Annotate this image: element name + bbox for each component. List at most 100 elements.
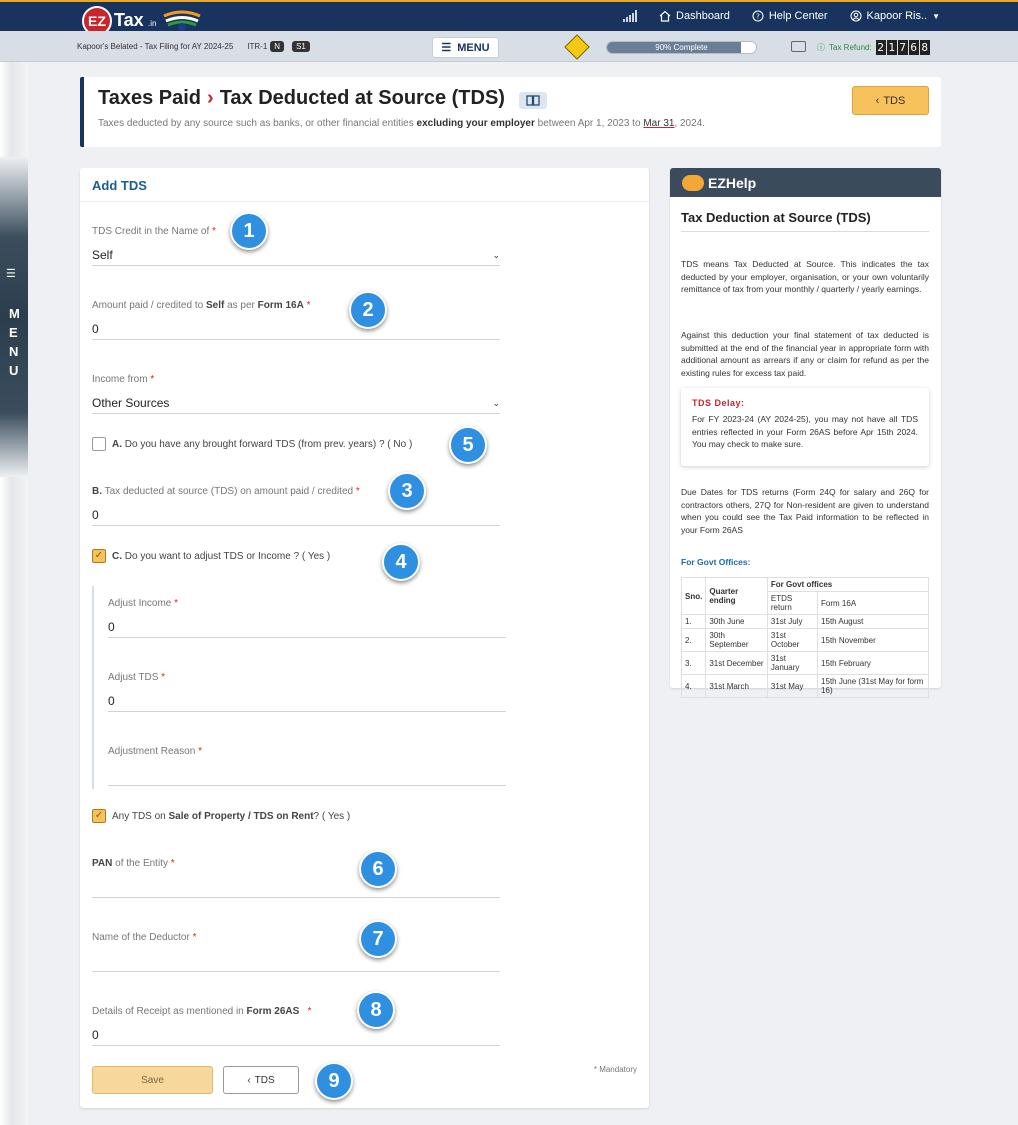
- refund-digit: 8: [919, 40, 930, 55]
- brought-forward-option[interactable]: A. Do you have any brought forward TDS (…: [92, 437, 412, 451]
- adjust-tds-input[interactable]: 0: [108, 691, 506, 712]
- help-paragraph: TDS means Tax Deducted at Source. This i…: [681, 259, 929, 295]
- tax-refund: ⓘ Tax Refund: 2 1 7 6 8: [817, 40, 930, 55]
- table-row: 1. 30th June 31st July 15th August: [680, 614, 929, 629]
- table-cell: 31st January: [766, 651, 819, 675]
- receipt-details-label: Details of Receipt as mentioned in Form …: [92, 1006, 312, 1017]
- step-marker: 2: [349, 291, 387, 329]
- side-menu-strip[interactable]: ☰ M E N U: [0, 62, 28, 1125]
- govt-offices-title: For Govt Offices:: [681, 557, 751, 567]
- breadcrumb-parent[interactable]: Taxes Paid: [98, 87, 201, 110]
- ez-help-panel: EZHelp Tax Deduction at Source (TDS) TDS…: [670, 168, 941, 698]
- table-header-row: Sno. Quarter ending For Govt offices: [680, 577, 930, 615]
- divider: [80, 201, 649, 202]
- table-row: 3. 31st December 31st January 15th Febru…: [680, 651, 929, 675]
- pan-field[interactable]: PAN of the Entity *: [92, 858, 500, 898]
- adjust-reason-field[interactable]: Adjustment Reason *: [108, 746, 506, 786]
- page-subtitle: Taxes deducted by any source such as ban…: [98, 118, 705, 129]
- amount-paid-label: Amount paid / credited to Self as per Fo…: [92, 300, 311, 311]
- adjust-reason-label: Adjustment Reason *: [108, 746, 202, 757]
- chevron-left-icon: ‹: [875, 94, 880, 107]
- help-center-link[interactable]: ? Help Center: [752, 10, 828, 22]
- logo-in-text: .in: [148, 19, 157, 28]
- income-from-value: Other Sources: [92, 396, 170, 410]
- adjust-income-label: Adjust Income *: [108, 598, 179, 609]
- tds-credit-select[interactable]: Self ⌄: [92, 245, 500, 266]
- receipt-details-field[interactable]: Details of Receipt as mentioned in Form …: [92, 1006, 500, 1046]
- amount-paid-field[interactable]: Amount paid / credited to Self as per Fo…: [92, 300, 500, 340]
- calculator-icon[interactable]: [791, 41, 806, 52]
- refund-amount: 2 1 7 6 8: [875, 40, 930, 55]
- deductor-name-input[interactable]: [92, 951, 500, 972]
- tds-credit-value: Self: [92, 248, 113, 262]
- step-marker: 6: [359, 850, 397, 888]
- progress-bar: 90% Complete: [606, 41, 757, 54]
- adjust-income-field[interactable]: Adjust Income * 0: [108, 598, 506, 638]
- back-to-tds-label: TDS: [254, 1074, 275, 1086]
- table-cell: 3.: [680, 651, 707, 675]
- property-checkbox[interactable]: [92, 809, 106, 823]
- due-dates-table: Sno. Quarter ending For Govt offices ETD…: [680, 577, 930, 698]
- back-to-tds-button[interactable]: ‹ TDS: [223, 1066, 299, 1094]
- adjust-income-input[interactable]: 0: [108, 617, 506, 638]
- tds-delay-title: TDS Delay:: [692, 398, 745, 408]
- tds-back-button[interactable]: ‹ TDS: [852, 86, 929, 115]
- chevron-right-icon: ›: [207, 87, 214, 109]
- step-marker: 7: [359, 920, 397, 958]
- side-menu-letter: U: [9, 363, 19, 378]
- pan-input[interactable]: [92, 877, 500, 898]
- income-from-select[interactable]: Other Sources ⌄: [92, 393, 500, 414]
- tds-credit-field[interactable]: TDS Credit in the Name of * Self ⌄: [92, 226, 500, 266]
- adjust-option[interactable]: C. Do you want to adjust TDS or Income ?…: [92, 549, 330, 563]
- adjust-section-marker: [92, 586, 94, 789]
- tds-back-button-label: TDS: [883, 94, 906, 107]
- step-marker: 3: [388, 472, 426, 510]
- deductor-name-field[interactable]: Name of the Deductor *: [92, 932, 500, 972]
- adjust-reason-input[interactable]: [108, 765, 506, 786]
- tds-amount-value: 0: [92, 508, 99, 522]
- itr-label: ITR-1: [247, 42, 268, 51]
- logo-tax-text: Tax: [114, 10, 144, 30]
- book-icon[interactable]: [519, 92, 547, 109]
- menu-button[interactable]: ☰ MENU: [432, 37, 499, 58]
- adjust-tds-label: Adjust TDS *: [108, 672, 166, 683]
- table-cell: 1.: [680, 614, 707, 629]
- roadmap-icon[interactable]: [564, 34, 590, 60]
- property-label: Any TDS on Sale of Property / TDS on Ren…: [112, 810, 351, 822]
- receipt-details-input[interactable]: 0: [92, 1025, 500, 1046]
- brought-forward-checkbox[interactable]: [92, 437, 106, 451]
- table-cell: 31st July: [766, 614, 819, 629]
- home-icon: [659, 10, 671, 22]
- adjust-checkbox[interactable]: [92, 549, 106, 563]
- income-from-label: Income from *: [92, 374, 155, 385]
- tds-delay-callout: TDS Delay: For FY 2023-24 (AY 2024-25), …: [681, 388, 929, 466]
- property-option[interactable]: Any TDS on Sale of Property / TDS on Ren…: [92, 809, 350, 823]
- tds-amount-label: B. Tax deducted at source (TDS) on amoun…: [92, 486, 360, 497]
- user-menu[interactable]: Kapoor Ris.. ▼: [849, 10, 940, 22]
- table-cell: 15th August: [817, 614, 929, 629]
- help-center-label: Help Center: [768, 10, 828, 22]
- help-paragraph: Due Dates for TDS returns (Form 24Q for …: [681, 487, 929, 535]
- subtitle-emphasis: excluding your employer: [416, 118, 535, 129]
- refund-digit: 1: [886, 40, 897, 55]
- list-icon: ☰: [441, 42, 452, 54]
- amount-paid-input[interactable]: 0: [92, 319, 500, 340]
- dashboard-label: Dashboard: [676, 10, 730, 22]
- chevron-down-icon: ⌄: [492, 397, 500, 408]
- help-paragraph: Against this deduction your final statem…: [681, 330, 929, 378]
- refund-digit: 2: [875, 40, 886, 55]
- chat-bubble-icon: [682, 174, 704, 191]
- checklist-icon: ☰: [6, 268, 16, 280]
- dashboard-link[interactable]: Dashboard: [659, 10, 730, 22]
- filing-status-bar: Kapoor's Belated - Tax Filing for AY 202…: [0, 31, 1018, 62]
- side-menu-letter: E: [9, 325, 18, 340]
- income-from-field[interactable]: Income from * Other Sources ⌄: [92, 374, 500, 414]
- help-topic-title: Tax Deduction at Source (TDS): [681, 210, 929, 232]
- adjust-tds-field[interactable]: Adjust TDS * 0: [108, 672, 506, 712]
- side-menu-letter: N: [9, 344, 19, 359]
- signal-icon: [623, 10, 638, 22]
- tds-amount-input[interactable]: 0: [92, 505, 500, 526]
- menu-button-label: MENU: [457, 41, 490, 54]
- save-button[interactable]: Save: [92, 1066, 213, 1094]
- tds-amount-field[interactable]: B. Tax deducted at source (TDS) on amoun…: [92, 486, 500, 526]
